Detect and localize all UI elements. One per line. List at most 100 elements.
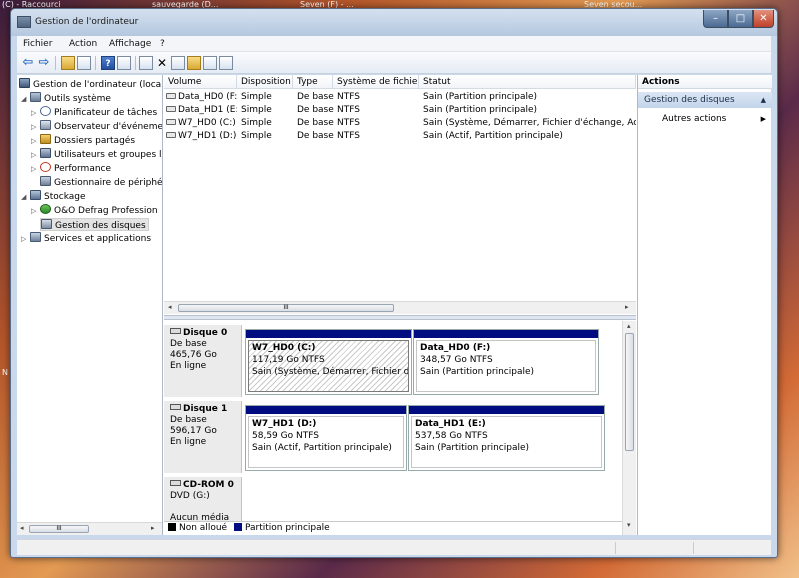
search-icon[interactable]: [203, 56, 217, 70]
volume-icon: [166, 132, 176, 138]
pane-splitter[interactable]: [164, 315, 636, 320]
tree-horizontal-scrollbar[interactable]: ◂ III ▸: [17, 522, 162, 535]
disk-properties-icon[interactable]: [219, 56, 233, 70]
tree-item-performance[interactable]: ▷ Performance: [31, 162, 111, 175]
menu-action[interactable]: Action: [69, 39, 97, 49]
properties-icon[interactable]: [117, 56, 131, 70]
actions-pane: Actions Gestion des disques ▲ Autres act…: [637, 75, 772, 535]
toolbar: ⇦ ⇨ ? ✕: [17, 52, 771, 74]
menu-affichage[interactable]: Affichage: [109, 39, 151, 49]
expander-icon[interactable]: ◢: [21, 93, 30, 106]
expander-icon[interactable]: ▷: [31, 149, 40, 162]
scroll-down-icon[interactable]: ▾: [627, 521, 631, 529]
tree-item-oo-defrag[interactable]: ▷ O&O Defrag Profession: [31, 204, 158, 217]
primary-partition-bar: [414, 330, 598, 338]
disk-label[interactable]: CD-ROM 0 DVD (G:) Aucun média: [164, 477, 242, 523]
partition-block[interactable]: W7_HD1 (D:) 58,59 Go NTFS Sain (Actif, P…: [245, 405, 407, 471]
action-more-actions[interactable]: Autres actions ▶: [638, 112, 772, 126]
minimize-button[interactable]: –: [703, 10, 728, 28]
performance-icon: [40, 162, 51, 172]
menu-bar: Fichier Action Affichage ?: [17, 36, 771, 52]
disk-row: Disque 1 De base 596,17 Go En ligne W7_H…: [164, 401, 622, 473]
menu-help[interactable]: ?: [160, 39, 165, 49]
expander-icon[interactable]: ▷: [31, 163, 40, 176]
collapse-icon[interactable]: ▲: [761, 92, 766, 108]
partition-block[interactable]: Data_HD1 (E:) 537,58 Go NTFS Sain (Parti…: [408, 405, 605, 471]
tree-item-event-viewer[interactable]: ▷ Observateur d'événeme: [31, 120, 162, 134]
scroll-thumb[interactable]: III: [29, 525, 89, 533]
scroll-up-icon[interactable]: ▴: [627, 322, 631, 330]
scroll-thumb[interactable]: III: [178, 304, 394, 312]
tree-item-disk-management[interactable]: Gestion des disques: [40, 218, 149, 231]
disk-label[interactable]: Disque 0 De base 465,76 Go En ligne: [164, 325, 242, 397]
tools-icon: [30, 92, 41, 102]
users-icon: [40, 148, 51, 158]
computer-management-icon: [17, 16, 31, 28]
edit-icon[interactable]: [171, 56, 185, 70]
disk-graphical-view: Disque 0 De base 465,76 Go En ligne W7_H…: [164, 321, 622, 523]
partition-block[interactable]: W7_HD0 (C:) 117,19 Go NTFS Sain (Système…: [245, 329, 412, 395]
scroll-right-icon[interactable]: ▸: [151, 524, 155, 532]
help-icon[interactable]: ?: [101, 56, 115, 70]
event-log-icon: [40, 120, 51, 130]
tree-item-device-manager[interactable]: Gestionnaire de périphé: [31, 176, 162, 189]
expander-icon[interactable]: ▷: [31, 135, 40, 148]
cd-rom-icon: [170, 480, 181, 486]
forward-arrow-icon[interactable]: ⇨: [37, 56, 51, 70]
menu-fichier[interactable]: Fichier: [23, 39, 52, 49]
close-button[interactable]: ✕: [753, 10, 774, 28]
column-header-volume[interactable]: Volume: [164, 75, 237, 89]
title-bar[interactable]: Gestion de l'ordinateur – □ ✕: [11, 9, 777, 36]
primary-partition-bar: [246, 406, 406, 414]
hard-disk-icon: [170, 404, 181, 410]
main-content: Gestion de l'ordinateur (local) ◢ Outils …: [17, 75, 772, 535]
primary-partition-swatch: [233, 523, 242, 531]
scroll-left-icon[interactable]: ◂: [20, 524, 24, 532]
expander-icon[interactable]: ▷: [21, 233, 30, 246]
tree-item-local-users[interactable]: ▷ Utilisateurs et groupes l: [31, 148, 162, 161]
device-manager-icon: [40, 176, 51, 186]
hard-disk-icon: [170, 328, 181, 334]
tree-item-shared-folders[interactable]: ▷ Dossiers partagés: [31, 134, 135, 147]
refresh-icon[interactable]: [139, 56, 153, 70]
expander-icon[interactable]: ▷: [31, 121, 40, 134]
status-bar: [17, 539, 771, 555]
column-header-type[interactable]: Type: [293, 75, 333, 89]
column-header-status[interactable]: Statut: [419, 75, 636, 89]
volume-list-horizontal-scrollbar[interactable]: ◂ III ▸: [164, 301, 636, 314]
primary-partition-bar: [409, 406, 604, 414]
tree-item-storage[interactable]: ◢ Stockage: [21, 190, 86, 203]
volume-list: Volume Disposition Type Système de fichi…: [164, 75, 636, 315]
scroll-left-icon[interactable]: ◂: [168, 303, 172, 311]
show-hide-tree-icon[interactable]: [77, 56, 91, 70]
column-header-layout[interactable]: Disposition: [237, 75, 293, 89]
defrag-icon: [40, 204, 51, 214]
actions-header: Actions: [638, 75, 772, 89]
disk-label[interactable]: Disque 1 De base 596,17 Go En ligne: [164, 401, 242, 473]
expander-icon[interactable]: ▷: [31, 205, 40, 218]
clock-icon: [40, 106, 51, 116]
scroll-right-icon[interactable]: ▸: [625, 303, 629, 311]
shared-folder-icon: [40, 134, 51, 144]
actions-section-disk-management[interactable]: Gestion des disques ▲: [638, 92, 772, 108]
maximize-button[interactable]: □: [728, 10, 753, 28]
tree-item-task-scheduler[interactable]: ▷ Planificateur de tâches: [31, 106, 157, 119]
scroll-thumb[interactable]: [625, 333, 634, 451]
delete-icon[interactable]: ✕: [155, 56, 169, 70]
back-arrow-icon[interactable]: ⇦: [21, 56, 35, 70]
partition-block[interactable]: Data_HD0 (F:) 348,57 Go NTFS Sain (Parti…: [413, 329, 599, 395]
up-folder-icon[interactable]: [61, 56, 75, 70]
disk-row: Disque 0 De base 465,76 Go En ligne W7_H…: [164, 325, 622, 397]
tree-item-system-tools[interactable]: ◢ Outils système: [21, 92, 111, 105]
computer-management-window: Gestion de l'ordinateur – □ ✕ Fichier Ac…: [10, 8, 778, 558]
tree-item-computer-management[interactable]: Gestion de l'ordinateur (local): [19, 78, 162, 91]
storage-icon: [30, 190, 41, 200]
disk-view-vertical-scrollbar[interactable]: ▴ ▾: [622, 321, 636, 535]
expander-icon[interactable]: ▷: [31, 107, 40, 120]
open-folder-icon[interactable]: [187, 56, 201, 70]
expander-icon[interactable]: ◢: [21, 191, 30, 204]
disk-management-icon: [41, 219, 52, 229]
tree-item-services-applications[interactable]: ▷ Services et applications: [21, 232, 151, 245]
submenu-arrow-icon: ▶: [760, 115, 766, 123]
column-header-filesystem[interactable]: Système de fichiers: [333, 75, 419, 89]
